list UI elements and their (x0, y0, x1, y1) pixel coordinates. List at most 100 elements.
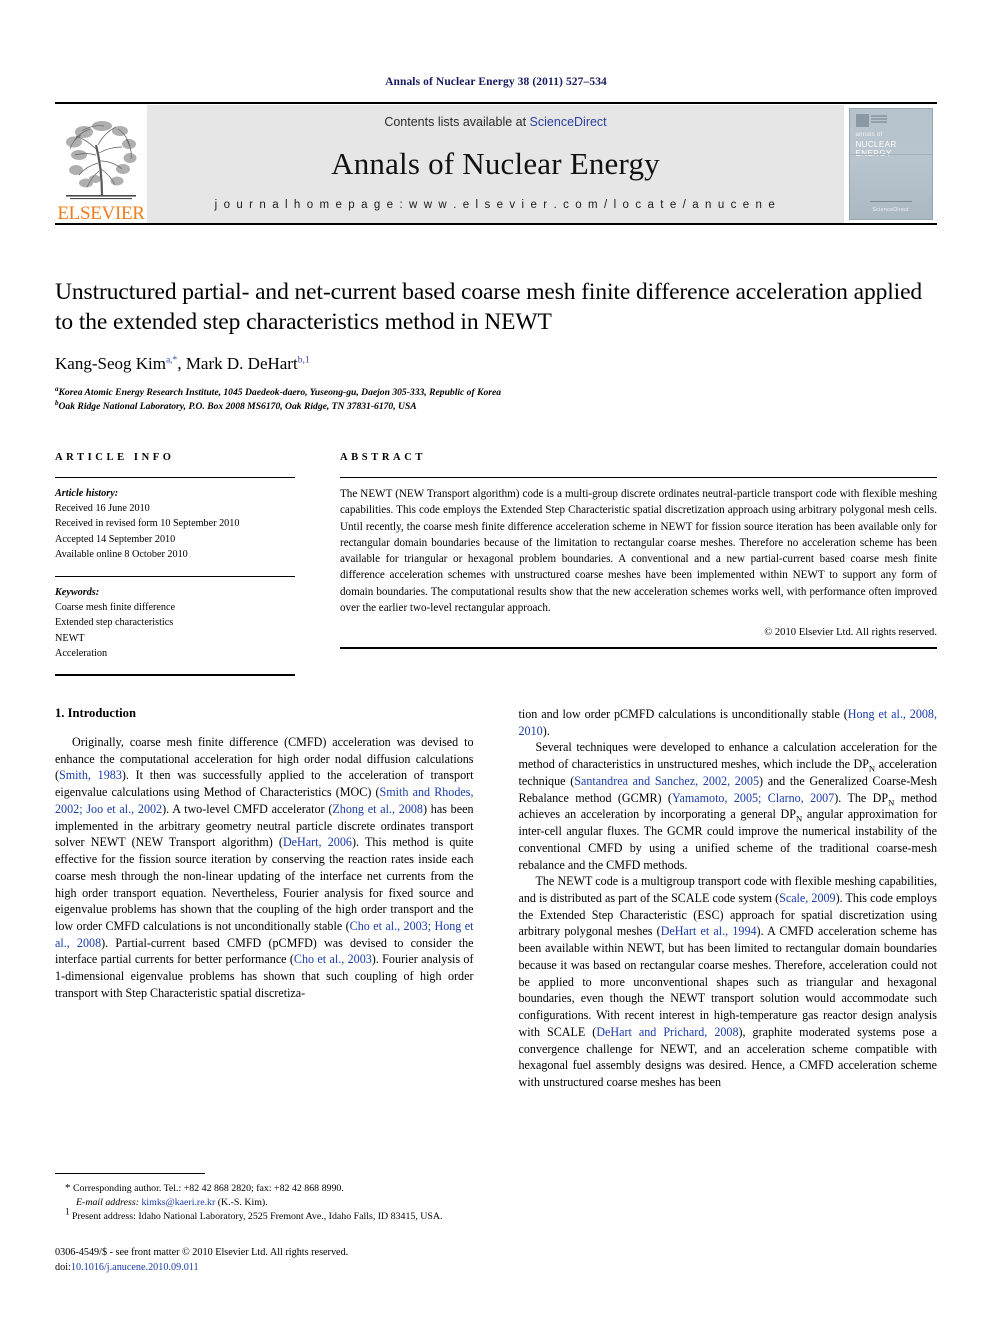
present-address-text: Idaho National Laboratory, 2525 Fremont … (135, 1211, 443, 1223)
history-item-0: Received 16 June 2010 (55, 503, 150, 515)
footnote-email: E-mail address: kimks@kaeri.re.kr (K.-S.… (55, 1196, 495, 1210)
history-item-3: Available online 8 October 2010 (55, 548, 188, 560)
abstract-text: The NEWT (NEW Transport algorithm) code … (340, 488, 937, 614)
keyword-0: Coarse mesh finite difference (55, 602, 176, 614)
abstract-copyright: © 2010 Elsevier Ltd. All rights reserved… (764, 627, 937, 639)
corresponding-author-text: Corresponding author. Tel.: +82 42 868 2… (72, 1182, 344, 1194)
affiliation-1: bOak Ridge National Laboratory, P.O. Box… (55, 399, 937, 414)
citation-link[interactable]: DeHart and Prichard, 2008 (596, 1025, 738, 1039)
affiliation-list: aKorea Atomic Energy Research Institute,… (55, 386, 937, 414)
citation-link[interactable]: Cho et al., 2003 (294, 952, 372, 966)
doi-line: doi:10.1016/j.anucene.2010.09.011 (55, 1261, 495, 1276)
text-run: ). The DP (834, 790, 889, 805)
journal-cover-thumbnail: annals of NUCLEAR ENERGY ScienceDirect (844, 105, 937, 223)
citation-link[interactable]: Scale, 2009 (779, 891, 836, 905)
doi-label: doi: (55, 1262, 71, 1274)
page-title: Unstructured partial- and net-current ba… (55, 279, 923, 335)
abstract-rule-bottom (340, 647, 937, 650)
footnote-divider (55, 1172, 205, 1174)
body-column-right: tion and low order pCMFD calculations is… (519, 706, 938, 1091)
article-info-rule-top (55, 477, 295, 479)
cover-sciencedirect-label: ScienceDirect (872, 207, 909, 213)
author-list: Kang-Seog Kima,*, Mark D. DeHartb,1 (55, 354, 937, 374)
author-affil-mark-0: a,* (165, 355, 178, 366)
affiliation-text-1: Oak Ridge National Laboratory, P.O. Box … (58, 401, 417, 413)
sciencedirect-link[interactable]: ScienceDirect (530, 115, 607, 129)
issn-copyright-block: 0306-4549/$ - see front matter © 2010 El… (55, 1246, 495, 1276)
cover-divider (849, 154, 932, 155)
paragraph-left-1: Originally, coarse mesh finite differenc… (55, 734, 474, 1002)
journal-masthead: ELSEVIER Contents lists available at Sci… (55, 105, 937, 223)
history-item-1: Received in revised form 10 September 20… (55, 518, 240, 530)
journal-homepage[interactable]: j o u r n a l h o m e p a g e : w w w . … (215, 199, 777, 211)
cover-publisher-mark-icon (855, 114, 869, 127)
journal-title: Annals of Nuclear Energy (331, 146, 660, 181)
footnote-mark-1: 1 (65, 1207, 70, 1218)
running-head: Annals of Nuclear Energy 38 (2011) 527–5… (385, 76, 607, 88)
email-suffix: (K.-S. Kim). (215, 1197, 268, 1209)
citation-link[interactable]: Yamamoto, 2005; Clarno, 2007 (672, 791, 834, 805)
affiliation-text-0: Korea Atomic Energy Research Institute, … (58, 387, 502, 399)
article-info-column: ARTICLE INFO Article history: Received 1… (55, 452, 295, 676)
keyword-1: Extended step characteristics (55, 617, 174, 629)
citation-link[interactable]: Smith, 1983 (59, 768, 122, 782)
author-name-0[interactable]: Kang-Seog Kim (55, 354, 166, 373)
body-column-left: 1. Introduction Originally, coarse mesh … (55, 706, 474, 1091)
abstract-column: ABSTRACT The NEWT (NEW Transport algorit… (340, 452, 937, 676)
citation-link[interactable]: DeHart, 2006 (283, 835, 352, 849)
paragraph-right-3: The NEWT code is a multigroup transport … (519, 873, 938, 1091)
keywords-label: Keywords: (55, 586, 100, 598)
cover-footer-divider (869, 201, 912, 202)
article-page: Annals of Nuclear Energy 38 (2011) 527–5… (0, 0, 992, 1323)
body-columns: 1. Introduction Originally, coarse mesh … (55, 706, 937, 1091)
history-item-2: Accepted 14 September 2010 (55, 533, 176, 545)
text-run: ). A two-level CMFD accelerator ( (162, 801, 333, 816)
contents-available-line: Contents lists available at ScienceDirec… (384, 115, 606, 129)
article-info-rule-mid (55, 575, 295, 577)
present-address-label: Present address: (71, 1211, 136, 1223)
article-history-block: Article history: Received 16 June 2010 R… (55, 486, 295, 562)
masthead-center: Contents lists available at ScienceDirec… (147, 105, 844, 223)
article-info-heading: ARTICLE INFO (55, 452, 175, 464)
paragraph-right-2: Several techniques were developed to enh… (519, 739, 938, 873)
asterisk-icon: * (65, 1181, 71, 1194)
keywords-block: Keywords: Coarse mesh finite difference … (55, 585, 295, 661)
abstract-heading: ABSTRACT (340, 452, 426, 464)
citation-link[interactable]: DeHart et al., 1994 (661, 924, 757, 938)
masthead-top-rule (55, 102, 937, 104)
article-info-rule-bottom (55, 673, 295, 676)
author-affil-mark-1: b,1 (297, 355, 310, 366)
paragraph-right-1: tion and low order pCMFD calculations is… (519, 706, 938, 739)
abstract-rule-top (340, 477, 937, 479)
text-run: ). A CMFD acceleration scheme has been a… (518, 924, 938, 1039)
doi-link[interactable]: 10.1016/j.anucene.2010.09.011 (71, 1262, 199, 1273)
elsevier-tree-icon (66, 121, 137, 200)
citation-link[interactable]: Santandrea and Sanchez, 2002, 2005 (574, 774, 759, 788)
keyword-3: Acceleration (55, 647, 108, 659)
elsevier-logo: ELSEVIER (55, 105, 147, 223)
text-run: ). (542, 723, 550, 738)
cover-mark-lines-icon (870, 115, 887, 117)
issn-line: 0306-4549/$ - see front matter © 2010 El… (55, 1247, 349, 1259)
info-abstract-section: ARTICLE INFO Article history: Received 1… (55, 452, 937, 676)
article-history-label: Article history: (55, 488, 119, 500)
keyword-2: NEWT (55, 632, 85, 644)
cover-art: annals of NUCLEAR ENERGY ScienceDirect (848, 108, 933, 220)
cover-title-line1: annals of (855, 132, 883, 138)
email-link[interactable]: kimks@kaeri.re.kr (141, 1197, 215, 1208)
section-heading-introduction: 1. Introduction (55, 705, 136, 720)
affiliation-0: aKorea Atomic Energy Research Institute,… (55, 386, 937, 400)
citation-link[interactable]: Zhong et al., 2008 (332, 802, 423, 816)
footnote-corresponding-author: * Corresponding author. Tel.: +82 42 868… (55, 1181, 495, 1197)
email-label: E-mail address: (76, 1197, 139, 1209)
footnote-present-address: 1 Present address: Idaho National Labora… (55, 1207, 495, 1224)
footnote-area: * Corresponding author. Tel.: +82 42 868… (55, 1172, 495, 1276)
text-run: tion and low order pCMFD calculations is… (518, 706, 848, 721)
cover-title-line2: NUCLEAR ENERGY (855, 140, 897, 158)
author-separator: , (177, 354, 186, 374)
contents-prefix: Contents lists available at (384, 115, 530, 129)
elsevier-wordmark: ELSEVIER (57, 203, 145, 224)
author-name-1[interactable]: Mark D. DeHart (186, 354, 298, 373)
title-block: Unstructured partial- and net-current ba… (55, 225, 937, 414)
